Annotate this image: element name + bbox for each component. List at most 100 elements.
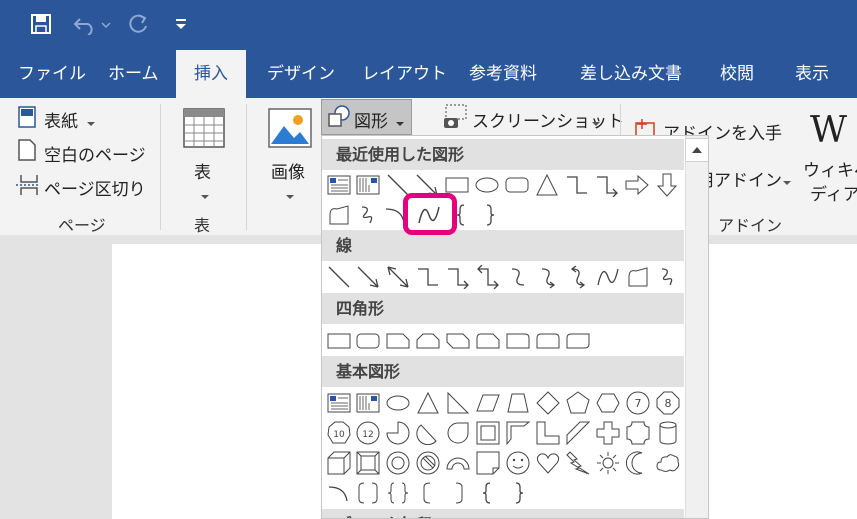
parallelogram-shape[interactable] (476, 391, 500, 415)
snip-same-side-rectangle-shape[interactable] (416, 329, 440, 353)
scrollbar[interactable] (685, 136, 708, 518)
tab-design[interactable]: デザイン (267, 50, 335, 98)
can-shape[interactable] (656, 421, 680, 445)
donut-shape[interactable] (386, 451, 410, 475)
vertical-textbox-shape[interactable] (356, 173, 380, 197)
cloud-shape[interactable] (656, 451, 680, 475)
triangle-shape[interactable] (535, 173, 559, 197)
vertical-textbox-shape[interactable] (356, 391, 380, 415)
textbox-shape[interactable] (327, 173, 351, 197)
customize-quick-access-icon[interactable] (174, 16, 188, 35)
chevron-down-icon[interactable] (591, 113, 601, 132)
right-brace-shape[interactable] (477, 203, 501, 227)
pentagon-shape[interactable] (566, 391, 590, 415)
rounded-rectangle-shape[interactable] (356, 329, 380, 353)
snip-corner-rectangle-shape[interactable] (386, 329, 410, 353)
elbow-connector-shape[interactable] (416, 265, 440, 289)
curved-connector-shape[interactable] (506, 265, 530, 289)
diagonal-stripe-shape[interactable] (566, 421, 591, 446)
elbow-arrow-connector-shape[interactable] (595, 173, 619, 198)
undo-icon[interactable] (72, 13, 112, 39)
chevron-down-icon[interactable] (285, 186, 295, 205)
lightning-bolt-shape[interactable] (566, 451, 590, 475)
rectangle-shape[interactable] (327, 329, 351, 353)
l-shape[interactable] (536, 421, 560, 445)
oval-shape[interactable] (475, 173, 499, 197)
table-button[interactable]: 表 (194, 158, 211, 183)
oval-shape[interactable] (386, 391, 410, 415)
screenshot-button[interactable]: スクリーンショット (472, 107, 624, 132)
chevron-down-icon[interactable] (86, 113, 96, 132)
curve-shape[interactable] (596, 265, 620, 289)
trapezoid-shape[interactable] (506, 391, 530, 415)
scribble-shape[interactable] (656, 265, 680, 289)
chevron-down-icon[interactable] (200, 186, 210, 205)
plaque-shape[interactable] (626, 421, 650, 445)
decagon-shape[interactable]: 10 (327, 421, 351, 445)
arrow-line-shape[interactable] (356, 265, 380, 289)
pictures-button[interactable]: 画像 (271, 158, 305, 183)
block-arc-shape[interactable] (446, 451, 470, 475)
sun-shape[interactable] (596, 451, 620, 475)
triangle-shape[interactable] (416, 391, 440, 415)
double-bracket-shape[interactable] (356, 481, 380, 505)
dodecagon-shape[interactable]: 12 (356, 421, 380, 445)
round-same-side-rectangle-shape[interactable] (536, 329, 560, 353)
hexagon-shape[interactable] (596, 391, 620, 415)
snip-diagonal-rectangle-shape[interactable] (446, 329, 470, 353)
chevron-down-icon[interactable] (782, 172, 792, 191)
scroll-up-button[interactable] (685, 138, 708, 162)
curved-arrow-connector-shape[interactable] (536, 265, 560, 289)
scribble-shape[interactable] (356, 203, 380, 227)
save-icon[interactable] (30, 13, 52, 39)
elbow-arrow-connector-shape[interactable] (446, 265, 470, 290)
heptagon-shape[interactable]: 7 (626, 391, 650, 415)
elbow-connector-shape[interactable] (565, 173, 589, 197)
smiley-face-shape[interactable] (506, 451, 530, 475)
line-shape[interactable] (327, 265, 351, 289)
chord-shape[interactable] (416, 421, 440, 446)
tab-insert[interactable]: 挿入 (176, 50, 246, 98)
half-frame-shape[interactable] (506, 421, 531, 446)
tab-review[interactable]: 校閲 (720, 50, 754, 98)
right-bracket-shape[interactable] (446, 481, 470, 505)
left-brace-shape[interactable] (476, 481, 500, 505)
teardrop-shape[interactable] (446, 421, 470, 445)
tab-view[interactable]: 表示 (795, 50, 829, 98)
freeform-shape[interactable] (626, 265, 650, 289)
tab-file[interactable]: ファイル (18, 50, 86, 98)
cube-shape[interactable] (327, 451, 351, 475)
arc-shape[interactable] (327, 481, 351, 505)
double-arrow-line-shape[interactable] (386, 265, 410, 289)
curved-double-arrow-connector-shape[interactable] (566, 265, 590, 289)
left-bracket-shape[interactable] (416, 481, 440, 505)
elbow-double-arrow-connector-shape[interactable] (476, 264, 500, 290)
textbox-shape[interactable] (327, 391, 351, 415)
tab-mailings[interactable]: 差し込み文書 (580, 50, 682, 98)
frame-shape[interactable] (476, 421, 500, 445)
diamond-shape[interactable] (536, 391, 560, 415)
plus-shape[interactable] (596, 421, 620, 445)
redo-icon[interactable] (126, 12, 150, 40)
tab-references[interactable]: 参考資料 (469, 50, 537, 98)
snip-round-rectangle-shape[interactable] (476, 329, 500, 353)
no-symbol-shape[interactable] (416, 451, 440, 475)
right-arrow-shape[interactable] (625, 173, 649, 197)
bevel-shape[interactable] (356, 451, 380, 475)
blank-page-button[interactable]: 空白のページ (44, 141, 146, 166)
rounded-rectangle-shape[interactable] (505, 173, 529, 197)
right-triangle-shape[interactable] (446, 391, 470, 415)
wikipedia-button[interactable]: ウィキペ (803, 156, 857, 181)
page-break-button[interactable]: ページ区切り (44, 175, 146, 200)
double-brace-shape[interactable] (386, 481, 410, 505)
octagon-shape[interactable]: 8 (656, 391, 680, 415)
down-arrow-shape[interactable] (655, 173, 679, 197)
moon-shape[interactable] (625, 451, 650, 475)
round-diagonal-rectangle-shape[interactable] (566, 329, 590, 353)
heart-shape[interactable] (536, 451, 560, 475)
pie-shape[interactable] (386, 421, 410, 445)
right-brace-shape[interactable] (506, 481, 530, 505)
folded-corner-shape[interactable] (476, 451, 500, 475)
cover-page-button[interactable]: 表紙 (44, 107, 78, 132)
round-corner-rectangle-shape[interactable] (506, 329, 530, 353)
